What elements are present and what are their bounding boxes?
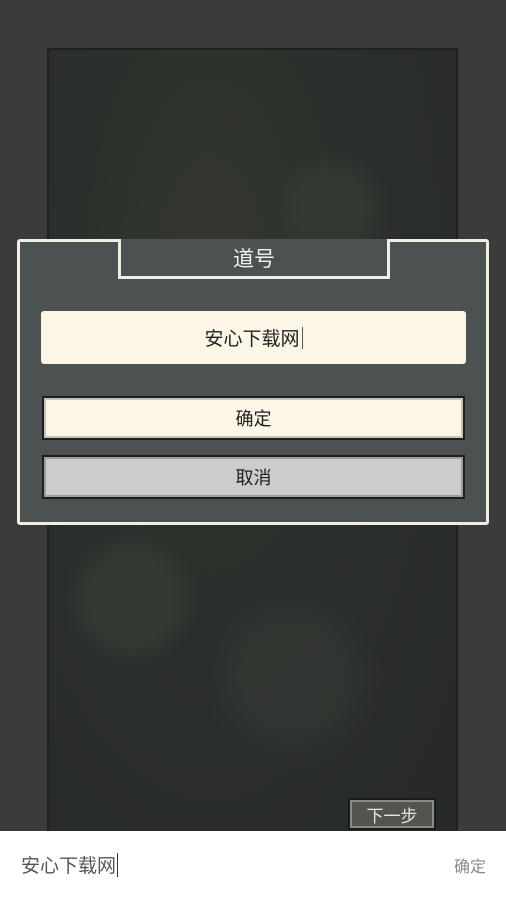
game-screen: 下一步 道号 安心下载网 确定 取消 安心下载网 确定 [0, 0, 506, 898]
keyboard-confirm-button[interactable]: 确定 [454, 853, 486, 877]
name-input-field[interactable]: 安心下载网 [41, 311, 466, 364]
next-step-button[interactable]: 下一步 [348, 798, 436, 830]
text-caret [301, 326, 303, 349]
keyboard-input-text: 安心下载网 [21, 855, 117, 877]
keyboard-caret [117, 852, 119, 877]
keyboard-input-bar: 安心下载网 确定 [0, 831, 506, 898]
keyboard-input-field[interactable]: 安心下载网 [21, 851, 119, 878]
cancel-button[interactable]: 取消 [42, 455, 465, 499]
name-input-value: 安心下载网 [204, 328, 300, 350]
name-input-dialog: 道号 安心下载网 确定 取消 [17, 239, 489, 525]
dialog-title-text: 道号 [233, 246, 275, 271]
confirm-button[interactable]: 确定 [42, 396, 465, 440]
dialog-title: 道号 [118, 239, 390, 279]
